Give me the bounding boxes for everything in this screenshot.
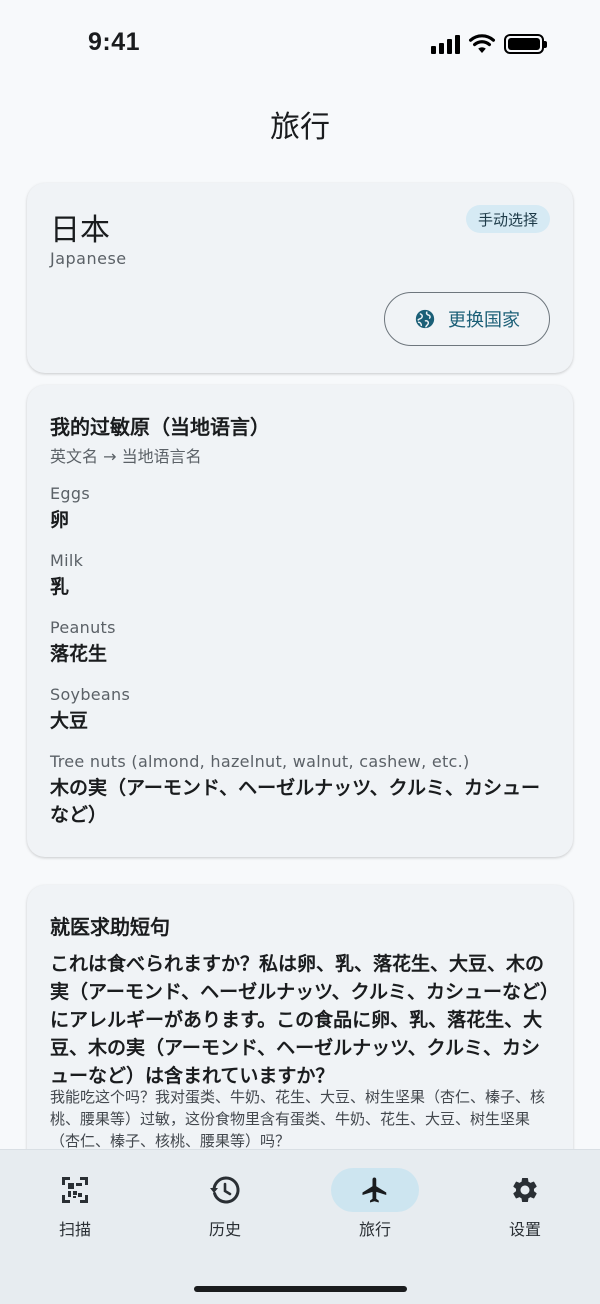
- home-indicator[interactable]: [194, 1286, 407, 1292]
- cellular-signal-icon: [431, 34, 460, 54]
- selection-mode-badge: 手动选择: [465, 205, 550, 233]
- phrases-title: 就医求助短句: [50, 915, 170, 939]
- globe-icon: [415, 309, 435, 329]
- allergen-en: Milk: [50, 551, 84, 570]
- local-phrase-text: これは食べられますか？私は卵、乳、落花生、大豆、木の実（アーモンド、ヘーゼルナッ…: [50, 953, 550, 1087]
- allergen-item: Tree nuts (almond, hazelnut, walnut, cas…: [50, 752, 550, 829]
- allergens-subtitle: 英文名 → 当地语言名: [50, 447, 202, 466]
- allergen-item: Soybeans 大豆: [50, 685, 550, 735]
- nav-item-settings[interactable]: 设置: [465, 1168, 585, 1240]
- nav-item-history[interactable]: 历史: [165, 1168, 285, 1240]
- change-country-button[interactable]: 更换国家: [384, 292, 550, 346]
- nav-item-travel[interactable]: 旅行: [315, 1168, 435, 1240]
- country-language: Japanese: [50, 249, 127, 268]
- allergen-local: 落花生: [50, 643, 108, 665]
- change-country-label: 更换国家: [448, 310, 520, 330]
- allergen-local: 木の実（アーモンド、ヘーゼルナッツ、クルミ、カシューなど）: [50, 777, 541, 826]
- allergen-item: Milk 乳: [50, 551, 550, 601]
- chinese-phrase-text: 我能吃这个吗？我对蛋类、牛奶、花生、大豆、树生坚果（杏仁、榛子、核桃、腰果等）过…: [50, 1088, 546, 1150]
- history-icon: [210, 1176, 240, 1204]
- status-bar: 9:41: [0, 0, 600, 88]
- allergen-local: 大豆: [50, 710, 89, 732]
- gear-icon: [513, 1178, 537, 1202]
- allergen-en: Peanuts: [50, 618, 116, 637]
- allergen-item: Eggs 卵: [50, 484, 550, 534]
- country-card: 日本 Japanese 手动选择 更换国家: [27, 183, 573, 373]
- nav-label-history: 历史: [208, 1220, 241, 1239]
- page-title: 旅行: [270, 110, 330, 145]
- nav-label-settings: 设置: [508, 1220, 541, 1239]
- allergens-card: 我的过敏原（当地语言） 英文名 → 当地语言名 Eggs 卵 Milk 乳 Pe…: [27, 385, 573, 857]
- nav-label-travel: 旅行: [358, 1220, 391, 1239]
- nav-item-scan[interactable]: 扫描: [15, 1168, 135, 1240]
- allergen-en: Tree nuts (almond, hazelnut, walnut, cas…: [50, 752, 470, 771]
- wifi-icon: [469, 34, 495, 53]
- phrases-card: 就医求助短句 これは食べられますか？私は卵、乳、落花生、大豆、木の実（アーモンド…: [27, 885, 573, 1185]
- bottom-navigation: 扫描 历史 旅行 设置: [0, 1149, 600, 1304]
- qr-scan-icon: [62, 1177, 88, 1203]
- allergen-local: 乳: [50, 576, 70, 598]
- allergens-title: 我的过敏原（当地语言）: [50, 415, 270, 439]
- nav-label-scan: 扫描: [58, 1220, 91, 1239]
- status-icons: [431, 32, 547, 56]
- allergen-local: 卵: [50, 509, 70, 531]
- airplane-icon: [362, 1177, 387, 1203]
- battery-icon: [504, 34, 547, 54]
- allergen-item: Peanuts 落花生: [50, 618, 550, 668]
- allergen-en: Soybeans: [50, 685, 131, 704]
- status-time: 9:41: [88, 28, 141, 56]
- allergen-en: Eggs: [50, 484, 90, 503]
- country-name: 日本: [50, 213, 110, 248]
